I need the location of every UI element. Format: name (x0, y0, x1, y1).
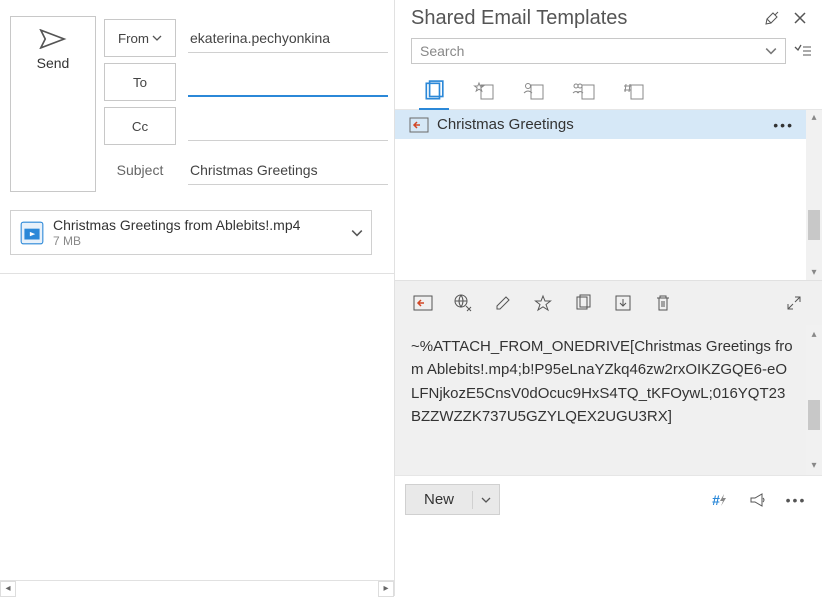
favorite-star-icon[interactable] (531, 291, 555, 315)
new-button-label: New (406, 485, 472, 514)
scroll-up-icon[interactable]: ▴ (811, 112, 816, 123)
new-button-chevron-icon[interactable] (472, 491, 499, 509)
template-reply-icon (409, 117, 429, 133)
search-placeholder: Search (420, 43, 765, 59)
from-row: From (104, 16, 388, 60)
horizontal-scrollbar[interactable]: ◂ ▸ (0, 580, 394, 596)
cc-row: Cc (104, 104, 388, 148)
attachment-size: 7 MB (53, 234, 300, 248)
tab-all-templates[interactable] (419, 74, 449, 110)
globe-pen-icon[interactable] (451, 291, 475, 315)
panel-footer: New # ••• (395, 475, 822, 523)
selection-options-icon[interactable] (794, 44, 812, 58)
search-row: Search (395, 32, 822, 70)
preview-toolbar (395, 280, 822, 325)
template-name: Christmas Greetings (437, 116, 574, 133)
from-btn-label: From (118, 31, 149, 46)
megaphone-icon[interactable] (746, 488, 770, 512)
preview-scrollbar[interactable]: ▴ ▾ (806, 325, 822, 475)
scroll-down-icon[interactable]: ▾ (811, 458, 816, 474)
tab-team[interactable] (569, 74, 599, 110)
expand-icon[interactable] (782, 291, 806, 315)
hash-bolt-icon[interactable]: # (708, 488, 732, 512)
tab-personal[interactable] (519, 74, 549, 110)
video-file-icon (19, 220, 45, 246)
attachment-name: Christmas Greetings from Ablebits!.mp4 (53, 217, 300, 234)
cc-button[interactable]: Cc (104, 107, 176, 145)
from-field[interactable] (188, 24, 388, 53)
send-button[interactable]: Send (10, 16, 96, 192)
from-button[interactable]: From (104, 19, 176, 57)
pin-icon[interactable] (760, 6, 784, 30)
to-btn-label: To (133, 75, 147, 90)
template-more-icon[interactable]: ••• (773, 117, 794, 133)
chevron-down-icon (765, 47, 777, 55)
new-button[interactable]: New (405, 484, 500, 515)
send-icon (39, 29, 67, 49)
to-field[interactable] (188, 67, 388, 97)
edit-icon[interactable] (491, 291, 515, 315)
scroll-down-icon[interactable]: ▾ (811, 267, 816, 278)
templates-pane: Shared Email Templates Search (395, 0, 822, 596)
preview-text: ~%ATTACH_FROM_ONEDRIVE[Christmas Greetin… (411, 335, 794, 428)
tab-favorites[interactable] (469, 74, 499, 110)
send-label: Send (37, 55, 70, 71)
close-icon[interactable] (788, 6, 812, 30)
more-icon[interactable]: ••• (784, 488, 808, 512)
compose-pane: Send From To Cc (0, 0, 395, 596)
scroll-track[interactable] (16, 584, 378, 594)
subject-field[interactable] (188, 156, 388, 185)
template-preview: ~%ATTACH_FROM_ONEDRIVE[Christmas Greetin… (395, 325, 822, 475)
scroll-thumb[interactable] (808, 210, 820, 240)
compose-header: Send From To Cc (0, 0, 394, 200)
copy-icon[interactable] (571, 291, 595, 315)
header-fields: From To Cc Subject (104, 16, 388, 192)
subject-row: Subject (104, 148, 388, 192)
scroll-thumb[interactable] (808, 400, 820, 430)
scroll-up-icon[interactable]: ▴ (811, 327, 816, 343)
panel-header: Shared Email Templates (395, 0, 822, 32)
import-icon[interactable] (611, 291, 635, 315)
to-button[interactable]: To (104, 63, 176, 101)
cc-btn-label: Cc (132, 119, 148, 134)
search-input[interactable]: Search (411, 38, 786, 64)
cc-field[interactable] (188, 112, 388, 141)
message-body[interactable] (0, 273, 394, 596)
attachments-area: Christmas Greetings from Ablebits!.mp4 7… (0, 200, 394, 265)
scroll-right-icon[interactable]: ▸ (378, 581, 394, 597)
templates-list: Christmas Greetings ••• ▴ ▾ (395, 110, 822, 280)
attachment-info: Christmas Greetings from Ablebits!.mp4 7… (53, 217, 300, 248)
subject-label: Subject (104, 162, 176, 178)
attachment-item[interactable]: Christmas Greetings from Ablebits!.mp4 7… (10, 210, 372, 255)
delete-icon[interactable] (651, 291, 675, 315)
tab-hashtag[interactable] (619, 74, 649, 110)
to-row: To (104, 60, 388, 104)
list-scrollbar[interactable]: ▴ ▾ (806, 110, 822, 280)
chevron-down-icon (152, 35, 162, 41)
panel-title: Shared Email Templates (411, 7, 627, 30)
category-tabs (395, 70, 822, 110)
attachment-menu-chevron-icon[interactable] (351, 229, 363, 237)
insert-icon[interactable] (411, 291, 435, 315)
scroll-left-icon[interactable]: ◂ (0, 581, 16, 597)
template-item[interactable]: Christmas Greetings ••• (395, 110, 822, 139)
